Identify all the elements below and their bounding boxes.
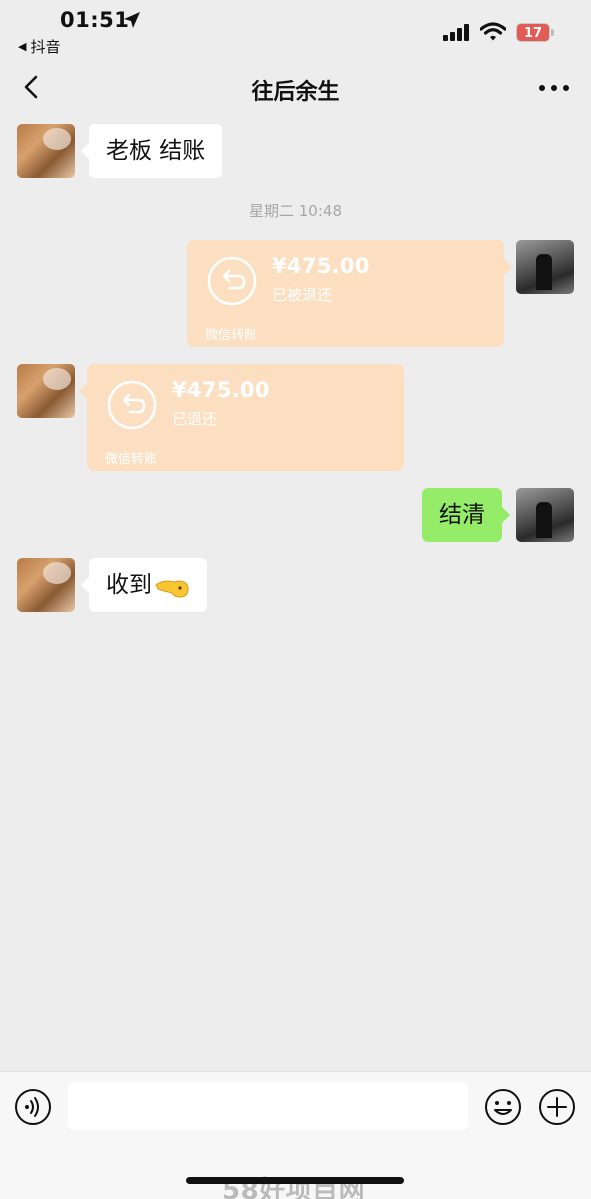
transfer-return-icon <box>107 380 157 430</box>
message-timestamp: 星期二 10:48 <box>249 202 342 220</box>
back-app-label: 抖音 <box>30 38 61 56</box>
transfer-return-icon <box>207 256 257 306</box>
contact-avatar[interactable] <box>17 364 75 418</box>
input-bar: 58好项目网www.58hxm.com <box>0 1071 591 1199</box>
contact-avatar[interactable] <box>17 558 75 612</box>
transfer-card[interactable]: ¥475.00 已退还 微信转账 <box>79 364 404 471</box>
battery-indicator: 17 <box>516 23 554 42</box>
message-text: 老板 结账 <box>106 138 206 164</box>
transfer-source: 微信转账 <box>205 328 258 343</box>
transfer-status: 已退还 <box>172 410 218 428</box>
emoji-face-icon[interactable] <box>484 1088 522 1126</box>
transfer-amount: ¥475.00 <box>172 378 270 402</box>
message-text: 收到 <box>106 572 152 598</box>
self-avatar[interactable] <box>516 240 574 294</box>
plus-icon[interactable] <box>538 1088 576 1126</box>
voice-input-icon[interactable] <box>14 1088 52 1126</box>
battery-nub <box>551 29 554 36</box>
chat-header: 往后余生 <box>0 60 591 116</box>
transfer-status: 已被退还 <box>272 286 333 304</box>
cellular-signal-icon <box>443 24 469 41</box>
battery-level: 17 <box>516 23 550 42</box>
status-bar: 01:51 ◀ 抖音 17 <box>0 0 591 60</box>
message-bubble[interactable]: 老板 结账 <box>80 124 223 178</box>
contact-avatar[interactable] <box>17 124 75 178</box>
back-to-app-link[interactable]: ◀ 抖音 <box>18 36 60 57</box>
self-avatar[interactable] <box>516 488 574 542</box>
transfer-source: 微信转账 <box>105 452 158 467</box>
watermark-text: 58好项目网www.58hxm.com <box>222 1176 366 1199</box>
home-indicator[interactable] <box>186 1177 404 1184</box>
message-bubble[interactable]: 收到 <box>81 558 207 612</box>
transfer-card[interactable]: ¥475.00 已被退还 微信转账 <box>187 240 512 347</box>
message-input[interactable] <box>68 1082 468 1130</box>
message-bubble-self[interactable]: 结清 <box>422 488 510 542</box>
status-time: 01:51 <box>60 8 130 32</box>
more-options-icon[interactable] <box>536 76 572 100</box>
back-triangle-icon: ◀ <box>18 40 27 53</box>
wifi-icon <box>480 22 506 41</box>
chat-title: 往后余生 <box>251 80 340 105</box>
message-text: 结清 <box>439 502 485 528</box>
location-arrow-icon <box>124 12 140 28</box>
pointing-hand-emoji-icon <box>155 579 189 598</box>
transfer-amount: ¥475.00 <box>272 254 370 278</box>
